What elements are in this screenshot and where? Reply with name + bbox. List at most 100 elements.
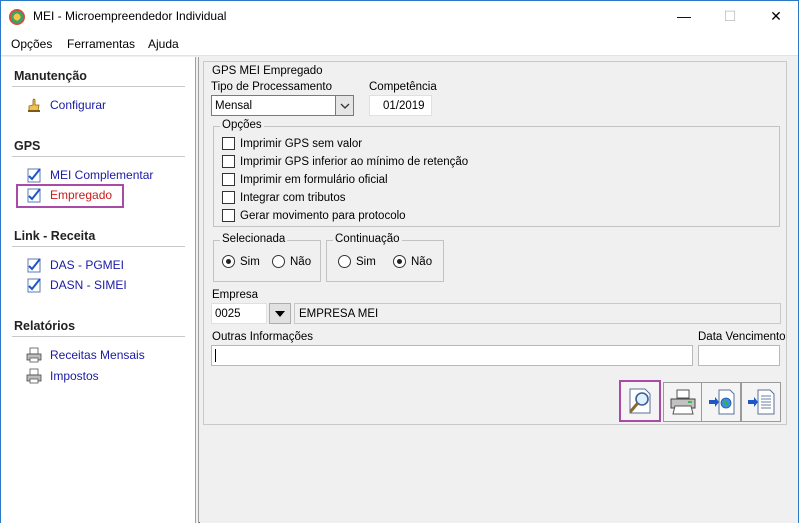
checkbox[interactable] xyxy=(222,137,235,150)
competencia-value: 01/2019 xyxy=(383,100,425,112)
radio-label: Não xyxy=(290,255,312,268)
selecionada-title: Selecionada xyxy=(220,233,288,245)
divider xyxy=(12,86,185,87)
minimize-button[interactable]: — xyxy=(661,1,707,31)
competencia-field[interactable]: 01/2019 xyxy=(369,95,432,116)
option-label: Integrar com tributos xyxy=(240,191,346,204)
sidebar-item-label: Impostos xyxy=(50,369,99,383)
option-formulario-oficial[interactable]: Imprimir em formulário oficial xyxy=(222,172,388,187)
checkbox[interactable] xyxy=(222,155,235,168)
printer-icon xyxy=(670,389,696,415)
radio-button[interactable] xyxy=(272,255,285,268)
option-label: Imprimir em formulário oficial xyxy=(240,173,388,186)
globe-document-icon xyxy=(709,389,735,415)
hand-config-icon xyxy=(26,97,42,113)
empresa-lookup-button[interactable] xyxy=(269,303,291,324)
checklist-icon xyxy=(26,167,42,183)
radio-label: Sim xyxy=(240,255,260,268)
competencia-label: Competência xyxy=(369,81,437,93)
radio-button[interactable] xyxy=(338,255,351,268)
empresa-code: 0025 xyxy=(215,308,241,320)
checkbox[interactable] xyxy=(222,173,235,186)
printer-icon xyxy=(26,347,42,363)
sidebar-item-label: Receitas Mensais xyxy=(50,348,145,362)
sidebar-item-das-pgmei[interactable]: DAS - PGMEI xyxy=(26,256,124,274)
menu-opcoes[interactable]: Opções xyxy=(11,37,52,51)
tipo-value: Mensal xyxy=(215,100,253,112)
outras-informacoes-field[interactable] xyxy=(211,345,693,366)
splitter-handle[interactable] xyxy=(196,57,199,523)
option-label: Imprimir GPS sem valor xyxy=(240,137,363,150)
continuacao-sim-radio[interactable]: Sim xyxy=(338,255,376,268)
sidebar-item-label: DAS - PGMEI xyxy=(50,258,125,272)
outras-label: Outras Informações xyxy=(212,331,313,343)
active-item-highlight xyxy=(16,184,124,208)
magnifier-document-icon xyxy=(629,388,651,414)
selecionada-nao-radio[interactable]: Não xyxy=(272,255,311,268)
continuacao-title: Continuação xyxy=(333,233,402,245)
radio-button[interactable] xyxy=(222,255,235,268)
close-button[interactable]: ✕ xyxy=(753,1,799,31)
sidebar-item-impostos[interactable]: Impostos xyxy=(26,367,99,385)
app-logo-icon xyxy=(9,9,25,25)
sidebar-item-receitas-mensais[interactable]: Receitas Mensais xyxy=(26,346,145,364)
radio-label: Não xyxy=(411,255,433,268)
app-window: MEI - Microempreendedor Individual — ☐ ✕… xyxy=(0,0,799,523)
gps-empregado-panel: GPS MEI Empregado Tipo de Processamento … xyxy=(203,61,787,425)
sidebar-item-dasn-simei[interactable]: DASN - SIMEI xyxy=(26,276,127,294)
checkbox[interactable] xyxy=(222,209,235,222)
export-file-button[interactable] xyxy=(741,382,781,422)
option-imprimir-sem-valor[interactable]: Imprimir GPS sem valor xyxy=(222,136,362,151)
sidebar-item-label: MEI Complementar xyxy=(50,168,154,182)
text-document-icon xyxy=(748,389,775,415)
title-bar: MEI - Microempreendedor Individual — ☐ ✕ xyxy=(1,1,798,32)
tipo-label: Tipo de Processamento xyxy=(211,81,333,93)
continuacao-nao-radio[interactable]: Não xyxy=(393,255,432,268)
sidebar-item-label: Configurar xyxy=(50,98,107,112)
divider xyxy=(12,246,185,247)
window-title: MEI - Microempreendedor Individual xyxy=(33,9,227,23)
option-integrar-tributos[interactable]: Integrar com tributos xyxy=(222,190,345,205)
radio-button[interactable] xyxy=(393,255,406,268)
checklist-icon xyxy=(26,257,42,273)
tipo-processamento-select[interactable]: Mensal xyxy=(211,95,354,116)
opcoes-title: Opções xyxy=(220,119,264,131)
radio-label: Sim xyxy=(356,255,376,268)
printer-icon xyxy=(26,368,42,384)
preview-button[interactable] xyxy=(619,380,661,422)
section-title-link-receita: Link - Receita xyxy=(14,229,96,243)
checkbox[interactable] xyxy=(222,191,235,204)
menu-bar: Opções Ferramentas Ajuda xyxy=(1,32,798,56)
maximize-button[interactable]: ☐ xyxy=(707,1,753,31)
divider xyxy=(12,336,185,337)
empresa-code-field[interactable]: 0025 xyxy=(211,303,267,324)
print-button[interactable] xyxy=(663,382,703,422)
menu-ferramentas[interactable]: Ferramentas xyxy=(67,37,135,51)
text-cursor xyxy=(215,349,216,362)
menu-ajuda[interactable]: Ajuda xyxy=(148,37,179,51)
sidebar-item-mei-complementar[interactable]: MEI Complementar xyxy=(26,166,153,184)
empresa-label: Empresa xyxy=(212,289,259,301)
section-title-gps: GPS xyxy=(14,139,41,153)
sidebar: Manutenção Configurar GPS MEI Complement… xyxy=(1,57,196,523)
chevron-down-icon[interactable] xyxy=(335,96,353,115)
checklist-icon xyxy=(26,277,42,293)
sidebar-item-configurar[interactable]: Configurar xyxy=(26,96,106,114)
option-imprimir-inferior-minimo[interactable]: Imprimir GPS inferior ao mínimo de reten… xyxy=(222,154,468,169)
data-vencimento-field[interactable] xyxy=(698,345,780,366)
selecionada-sim-radio[interactable]: Sim xyxy=(222,255,260,268)
selecionada-group: Selecionada Sim Não xyxy=(213,233,321,282)
option-gerar-movimento[interactable]: Gerar movimento para protocolo xyxy=(222,208,406,223)
export-web-button[interactable] xyxy=(701,382,741,422)
opcoes-group: Opções Imprimir GPS sem valor Imprimir G… xyxy=(213,119,780,227)
empresa-name-field: EMPRESA MEI xyxy=(294,303,781,324)
divider xyxy=(12,156,185,157)
main-content: GPS MEI Empregado Tipo de Processamento … xyxy=(200,57,798,523)
section-title-relatorios: Relatórios xyxy=(14,319,76,333)
option-label: Gerar movimento para protocolo xyxy=(240,209,406,222)
section-title-manutencao: Manutenção xyxy=(14,69,87,83)
option-label: Imprimir GPS inferior ao mínimo de reten… xyxy=(240,155,469,168)
triangle-down-icon xyxy=(275,310,285,317)
empresa-name: EMPRESA MEI xyxy=(299,308,379,320)
panel-title: GPS MEI Empregado xyxy=(212,65,323,77)
